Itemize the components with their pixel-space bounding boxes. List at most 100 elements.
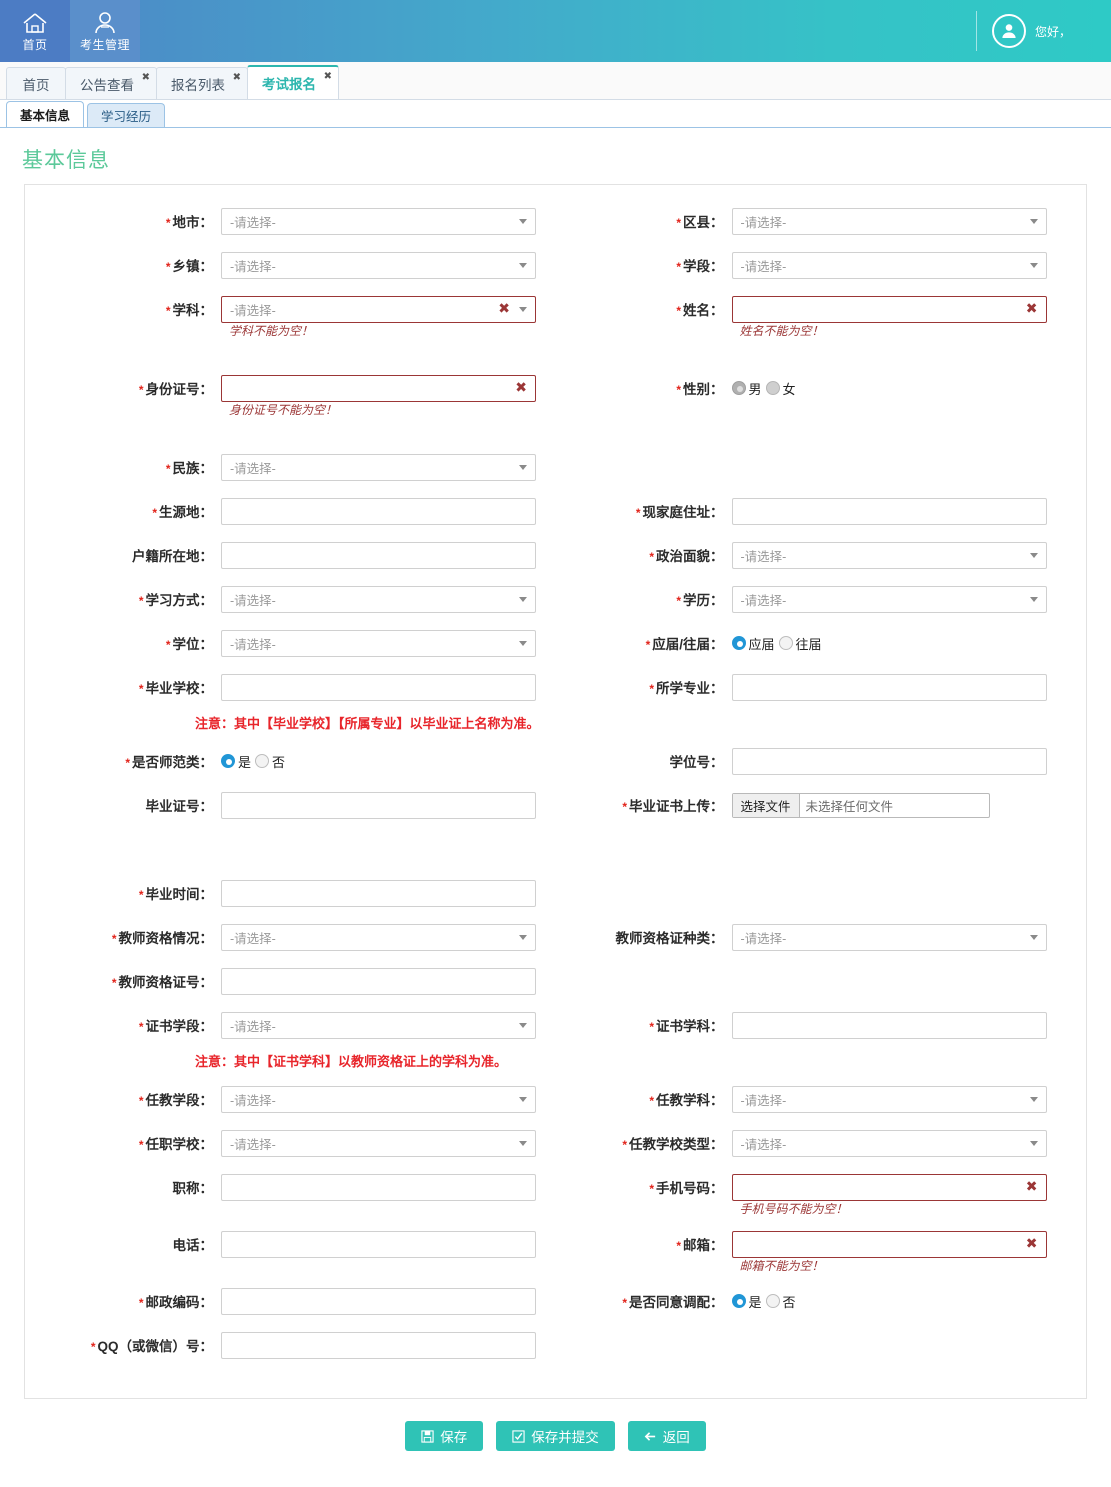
form-row: * 证书学段： -请选择- * 证书学科： xyxy=(25,1003,1086,1047)
required-marker: * xyxy=(138,1094,144,1108)
school-type-select[interactable]: -请选择- xyxy=(731,1129,1047,1157)
error-x-icon: ✖ xyxy=(515,378,527,395)
field-nation: * 民族： -请选择- xyxy=(25,445,556,489)
field-empty xyxy=(556,871,1087,915)
chevron-down-icon xyxy=(519,934,527,940)
political-select[interactable]: -请选择- xyxy=(731,541,1047,569)
postcode-input[interactable] xyxy=(221,1287,536,1315)
diploma-no-input[interactable] xyxy=(221,791,536,819)
nation-select[interactable]: -请选择- xyxy=(221,453,536,481)
grad-type-option-previous[interactable]: 往届 xyxy=(778,634,822,653)
radio-icon xyxy=(255,754,270,768)
save-button-label: 保存 xyxy=(440,1430,468,1445)
cert-stage-select[interactable]: -请选择- xyxy=(221,1011,536,1039)
city-select[interactable]: -请选择- xyxy=(221,207,536,235)
required-marker: * xyxy=(138,1296,144,1310)
required-marker: * xyxy=(649,1182,654,1196)
save-submit-button[interactable]: 保存并提交 xyxy=(496,1421,615,1451)
nav-item-home[interactable]: 首页 xyxy=(0,0,70,62)
save-button[interactable]: 保存 xyxy=(405,1421,484,1451)
grad-time-input[interactable] xyxy=(221,879,536,907)
cert-subject-input[interactable] xyxy=(731,1011,1047,1039)
close-icon[interactable]: ✖ xyxy=(324,71,332,82)
required-marker: * xyxy=(165,304,171,318)
district-select[interactable]: -请选择- xyxy=(731,207,1047,235)
home-address-input[interactable] xyxy=(731,497,1047,525)
sub-tab-bar: 基本信息 学习经历 xyxy=(0,100,1111,128)
grad-school-input[interactable] xyxy=(221,673,536,701)
origin-input[interactable] xyxy=(221,497,536,525)
gender-option-female[interactable]: 女 xyxy=(765,379,796,398)
field-gender-error-placeholder xyxy=(556,401,1087,423)
field-degree-no: 学位号： xyxy=(556,739,1087,783)
form-row: * 地市： -请选择- * 区县： -请选择- xyxy=(25,199,1086,243)
work-school-select-value: -请选择- xyxy=(230,1137,276,1152)
field-is-normal-label: * 是否师范类： xyxy=(125,755,213,770)
telephone-input[interactable] xyxy=(221,1230,536,1258)
degree-select[interactable]: -请选择- xyxy=(221,629,536,657)
allow-adjust-option-yes[interactable]: 是 xyxy=(731,1292,762,1311)
gender-option-male[interactable]: 男 xyxy=(731,379,762,398)
allow-adjust-option-no[interactable]: 否 xyxy=(765,1292,796,1311)
chevron-down-icon xyxy=(1029,1140,1038,1146)
work-school-select[interactable]: -请选择- xyxy=(221,1129,536,1157)
gender-radio-group[interactable]: 男 女 xyxy=(731,375,796,402)
tab-registration-list[interactable]: 报名列表 ✖ xyxy=(156,67,248,99)
subject-select-value: -请选择- xyxy=(230,303,276,318)
education-select-value: -请选择- xyxy=(740,593,787,608)
study-mode-select[interactable]: -请选择- xyxy=(221,585,536,613)
choose-file-button[interactable]: 选择文件 xyxy=(732,793,800,817)
error-x-icon: ✖ xyxy=(1025,1234,1038,1251)
radio-icon xyxy=(765,1294,780,1308)
back-button[interactable]: 返回 xyxy=(627,1421,706,1451)
tq-type-select[interactable]: -请选择- xyxy=(731,923,1047,951)
teach-subject-select[interactable]: -请选择- xyxy=(731,1085,1047,1113)
stage-select[interactable]: -请选择- xyxy=(731,251,1047,279)
tab-announcement[interactable]: 公告查看 ✖ xyxy=(65,67,157,99)
subtab-basic-info[interactable]: 基本信息 xyxy=(6,101,85,127)
tq-no-input[interactable] xyxy=(221,967,536,995)
avatar[interactable] xyxy=(991,14,1026,48)
field-home-address-label: * 现家庭住址： xyxy=(635,505,724,520)
cert-stage-select-value: -请选择- xyxy=(230,1019,276,1034)
allow-adjust-radio-group[interactable]: 是 否 xyxy=(731,1288,796,1315)
teach-stage-select[interactable]: -请选择- xyxy=(221,1085,536,1113)
required-marker: * xyxy=(676,304,681,318)
user-area[interactable]: 您好， xyxy=(975,0,1111,62)
close-icon[interactable]: ✖ xyxy=(233,72,241,83)
degree-no-input[interactable] xyxy=(731,747,1047,775)
household-input[interactable] xyxy=(221,541,536,569)
error-x-icon: ✖ xyxy=(1025,299,1038,316)
required-marker: * xyxy=(90,1340,96,1354)
subject-select[interactable]: -请选择- xyxy=(221,295,536,323)
email-input[interactable] xyxy=(731,1230,1047,1258)
is-normal-option-yes[interactable]: 是 xyxy=(221,752,251,771)
nav-item-candidate-management[interactable]: 考生管理 xyxy=(70,0,140,62)
major-input[interactable] xyxy=(731,673,1047,701)
idcard-input[interactable] xyxy=(221,374,536,402)
is-normal-radio-group[interactable]: 是 否 xyxy=(221,748,285,775)
tq-status-select[interactable]: -请选择- xyxy=(221,923,536,951)
mobile-input[interactable] xyxy=(731,1173,1047,1201)
subtab-study-history[interactable]: 学习经历 xyxy=(87,103,166,127)
title-rank-input[interactable] xyxy=(221,1173,536,1201)
is-normal-option-no[interactable]: 否 xyxy=(255,752,285,771)
field-postcode: * 邮政编码： xyxy=(25,1279,556,1323)
tq-type-select-value: -请选择- xyxy=(740,931,787,946)
grad-type-option-fresh[interactable]: 应届 xyxy=(731,634,775,653)
diploma-file-input[interactable]: 选择文件 未选择任何文件 xyxy=(731,792,990,818)
tab-exam-registration[interactable]: 考试报名 ✖ xyxy=(247,65,339,99)
field-education-label: * 学历： xyxy=(676,593,724,608)
education-select[interactable]: -请选择- xyxy=(731,585,1047,613)
field-degree-no-label: 学位号： xyxy=(669,755,724,770)
qq-input[interactable] xyxy=(221,1331,536,1359)
tab-home[interactable]: 首页 xyxy=(6,67,66,99)
town-select[interactable]: -请选择- xyxy=(221,251,536,279)
field-empty xyxy=(556,1323,1087,1367)
stage-select-value: -请选择- xyxy=(740,259,787,274)
field-teach-subject: * 任教学科： -请选择- xyxy=(556,1077,1087,1121)
grad-type-radio-group[interactable]: 应届 往届 xyxy=(731,630,822,657)
name-input[interactable] xyxy=(731,295,1047,323)
form-row: 电话： * 邮箱： ✖ 邮箱不能为空！ xyxy=(25,1222,1086,1279)
close-icon[interactable]: ✖ xyxy=(142,72,150,83)
